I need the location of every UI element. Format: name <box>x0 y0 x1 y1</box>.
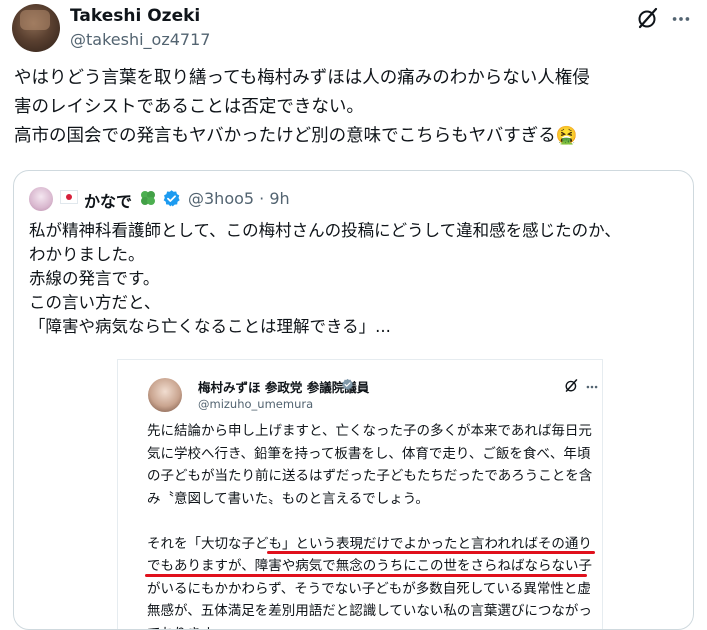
red-underline-2 <box>145 574 587 577</box>
author-name[interactable]: Takeshi Ozeki <box>70 6 200 26</box>
grok-icon <box>565 379 578 392</box>
embedded-screenshot[interactable]: 梅村みずほ 参政党 参議院議員 @mizuho_umemura 先に結論から申し… <box>117 359 603 629</box>
author-handle[interactable]: @takeshi_oz4717 <box>70 30 210 49</box>
grok-icon[interactable] <box>636 6 660 30</box>
more-icon[interactable] <box>670 8 692 30</box>
screenshot-author-handle: @mizuho_umemura <box>198 397 314 411</box>
verified-badge-icon <box>342 378 354 390</box>
red-underline-1 <box>267 551 595 554</box>
avatar[interactable] <box>12 4 60 52</box>
screenshot-avatar <box>148 378 182 412</box>
post-text: やはりどう言葉を取り繕っても梅村みずほは人の痛みのわからない人権侵 害のレイシス… <box>14 68 590 146</box>
quoted-post-text: 私が精神科看護師として、この梅村さんの投稿にどうして違和感を感じたのか、 わかり… <box>29 221 621 336</box>
verified-badge-icon <box>163 190 180 207</box>
quoted-avatar[interactable] <box>29 187 53 211</box>
screenshot-post-text: 先に結論から申し上げますと、亡くなった子の多くが本来であれば毎日元 気に学校へ行… <box>147 423 593 629</box>
quoted-author-name[interactable]: かなで <box>84 188 132 212</box>
quoted-post-card[interactable]: かなで @3hoo5 · 9h 私が精神科看護師として、この梅村さんの投稿にどう… <box>13 170 694 630</box>
quoted-handle-time: @3hoo5 · 9h <box>188 189 290 208</box>
japan-flag-icon <box>60 190 78 204</box>
clover-icon <box>141 191 155 205</box>
more-icon <box>586 385 598 389</box>
